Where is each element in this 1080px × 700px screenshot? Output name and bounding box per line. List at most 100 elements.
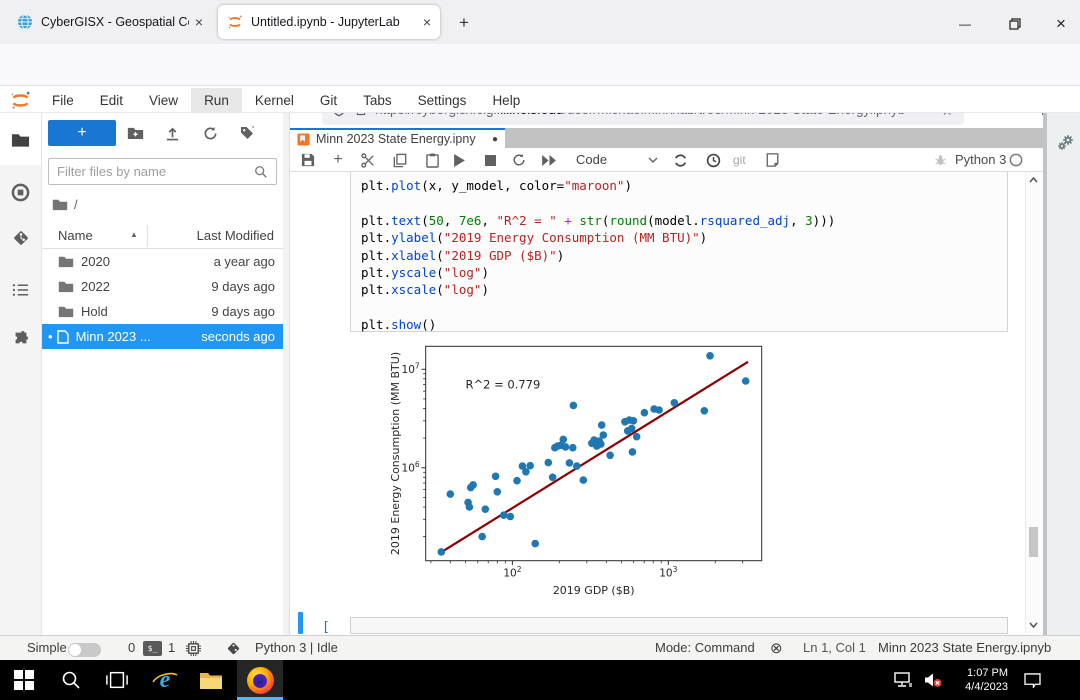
breadcrumb-root[interactable]: /	[74, 197, 78, 212]
file-explorer-icon[interactable]	[189, 660, 233, 700]
code-editor[interactable]: plt.plot(x, y_model, color="maroon") plt…	[351, 172, 1007, 334]
property-inspector-gears-icon[interactable]	[1055, 133, 1075, 153]
filter-files-input[interactable]: Filter files by name	[48, 158, 277, 185]
column-last-modified[interactable]: Last Modified	[197, 228, 274, 243]
panel-splitter[interactable]	[283, 113, 290, 635]
file-row-2020[interactable]: 2020a year ago	[42, 249, 283, 274]
restart-kernel-icon[interactable]	[511, 152, 527, 168]
copy-cells-icon[interactable]	[392, 152, 408, 168]
tag-icon[interactable]	[235, 122, 259, 144]
scroll-down-icon[interactable]	[1026, 620, 1041, 630]
cursor-position-text[interactable]: Ln 1, Col 1	[803, 640, 866, 655]
git-sidebar-icon[interactable]	[0, 225, 41, 251]
terminal-icon[interactable]: $_	[143, 641, 162, 656]
filter-placeholder: Filter files by name	[57, 164, 254, 179]
upload-icon[interactable]	[160, 122, 184, 144]
active-cell-indicator	[298, 612, 303, 634]
menu-view[interactable]: View	[136, 88, 191, 113]
stop-kernel-icon[interactable]	[482, 152, 498, 168]
new-launcher-button[interactable]: +	[48, 120, 116, 146]
restart-run-all-icon[interactable]	[541, 152, 557, 168]
unsaved-dot-icon[interactable]: ●	[492, 134, 498, 145]
task-view-icon[interactable]	[95, 660, 139, 700]
kernel-count: 1	[168, 640, 175, 655]
column-name[interactable]: Name	[58, 228, 93, 243]
git-sync-icon[interactable]	[672, 152, 688, 168]
code-cell[interactable]: plt.plot(x, y_model, color="maroon") plt…	[350, 172, 1008, 332]
close-icon: ×	[1056, 14, 1066, 34]
scrollbar-thumb[interactable]	[1029, 527, 1038, 557]
window-restore-button[interactable]	[1000, 14, 1030, 34]
run-cell-icon[interactable]	[451, 152, 467, 168]
window-close-button[interactable]: ×	[1046, 14, 1076, 34]
statusbar-filename: Minn 2023 State Energy.ipnyb	[878, 640, 1051, 655]
file-browser-icon[interactable]	[0, 127, 41, 153]
file-row-2022[interactable]: 20229 days ago	[42, 274, 283, 299]
kernel-name[interactable]: Python 3	[955, 152, 1006, 167]
start-button[interactable]	[2, 660, 46, 700]
cell-type-dropdown[interactable]: Code	[576, 152, 607, 167]
simple-mode-label: Simple	[27, 640, 67, 655]
menu-edit[interactable]: Edit	[87, 88, 136, 113]
svg-text:2019 GDP ($B): 2019 GDP ($B)	[553, 584, 635, 597]
scroll-up-icon[interactable]	[1026, 175, 1041, 185]
table-of-contents-icon[interactable]	[0, 277, 41, 303]
cut-cells-icon[interactable]	[360, 152, 376, 168]
file-browser-panel: + Filter files by name / Name ▲	[42, 113, 283, 635]
kernel-status-text[interactable]: Python 3 | Idle	[255, 640, 338, 655]
file-name: 2020	[81, 254, 214, 269]
menu-tabs[interactable]: Tabs	[350, 88, 405, 113]
tab-close-icon[interactable]: ×	[423, 15, 431, 29]
file-row-hold[interactable]: Hold9 days ago	[42, 299, 283, 324]
sort-asc-icon[interactable]: ▲	[130, 230, 138, 239]
action-center-icon[interactable]	[1014, 660, 1050, 700]
new-tab-button[interactable]: +	[452, 11, 476, 35]
new-folder-icon[interactable]	[123, 122, 147, 144]
breadcrumb[interactable]: /	[52, 197, 78, 212]
chevron-down-icon[interactable]	[645, 152, 661, 168]
save-icon[interactable]	[300, 152, 316, 168]
empty-code-cell[interactable]	[350, 617, 1008, 634]
browser-tab-cybergisx[interactable]: CyberGISX - Geospatial Commu ×	[8, 6, 212, 38]
chip-icon[interactable]	[186, 641, 201, 656]
command-mode-text[interactable]: Mode: Command	[655, 640, 755, 655]
menu-settings[interactable]: Settings	[405, 88, 480, 113]
extension-manager-icon[interactable]	[0, 325, 41, 351]
desktop: CyberGISX - Geospatial Commu × Untitled.…	[0, 0, 1080, 700]
tab-close-icon[interactable]: ×	[195, 15, 203, 29]
menu-run[interactable]: Run	[191, 88, 242, 113]
menu-kernel[interactable]: Kernel	[242, 88, 307, 113]
notebook-tab[interactable]: Minn 2023 State Energy.ipny ●	[290, 128, 505, 148]
file-name: 2022	[81, 279, 211, 294]
tab-title: Untitled.ipynb - JupyterLab	[251, 15, 417, 29]
notebook-scrollbar[interactable]	[1025, 172, 1040, 634]
menu-git[interactable]: Git	[307, 88, 350, 113]
internet-explorer-icon[interactable]: e	[143, 660, 187, 700]
paste-cells-icon[interactable]	[424, 152, 440, 168]
diff-notebook-icon[interactable]	[764, 152, 780, 168]
taskbar-search-icon[interactable]	[49, 660, 93, 700]
modified-bullet: •	[48, 329, 53, 344]
menu-file[interactable]: File	[39, 88, 87, 113]
simple-mode-toggle[interactable]	[68, 643, 101, 657]
output-figure: 1021031061072019 GDP ($B)2019 Energy Con…	[388, 344, 766, 602]
file-row-minn-2023-[interactable]: •Minn 2023 ...seconds ago	[42, 324, 283, 349]
browser-tab-jupyterlab[interactable]: Untitled.ipynb - JupyterLab ×	[218, 5, 440, 39]
git-label[interactable]: git	[733, 153, 746, 167]
debugger-bug-icon[interactable]	[932, 152, 948, 168]
shield-x-icon[interactable]: ⊗	[770, 639, 783, 657]
window-minimize-button[interactable]: —	[950, 14, 980, 34]
firefox-taskbar-button[interactable]	[237, 660, 283, 700]
running-kernels-icon[interactable]	[0, 179, 41, 205]
git-status-icon[interactable]	[226, 641, 241, 656]
network-tray-icon[interactable]	[888, 660, 918, 700]
kernel-status-icon[interactable]	[1008, 152, 1024, 168]
add-cell-icon[interactable]: +	[330, 152, 346, 168]
browser-tab-strip: CyberGISX - Geospatial Commu × Untitled.…	[0, 0, 1080, 44]
code-line: plt.text(50, 7e6, "R^2 = " + str(round(m…	[361, 212, 1007, 229]
menu-help[interactable]: Help	[479, 88, 533, 113]
history-clock-icon[interactable]	[705, 152, 721, 168]
volume-muted-icon[interactable]	[918, 660, 948, 700]
taskbar-clock[interactable]: 1:07 PM 4/4/2023	[950, 666, 1008, 694]
refresh-icon[interactable]	[198, 122, 222, 144]
